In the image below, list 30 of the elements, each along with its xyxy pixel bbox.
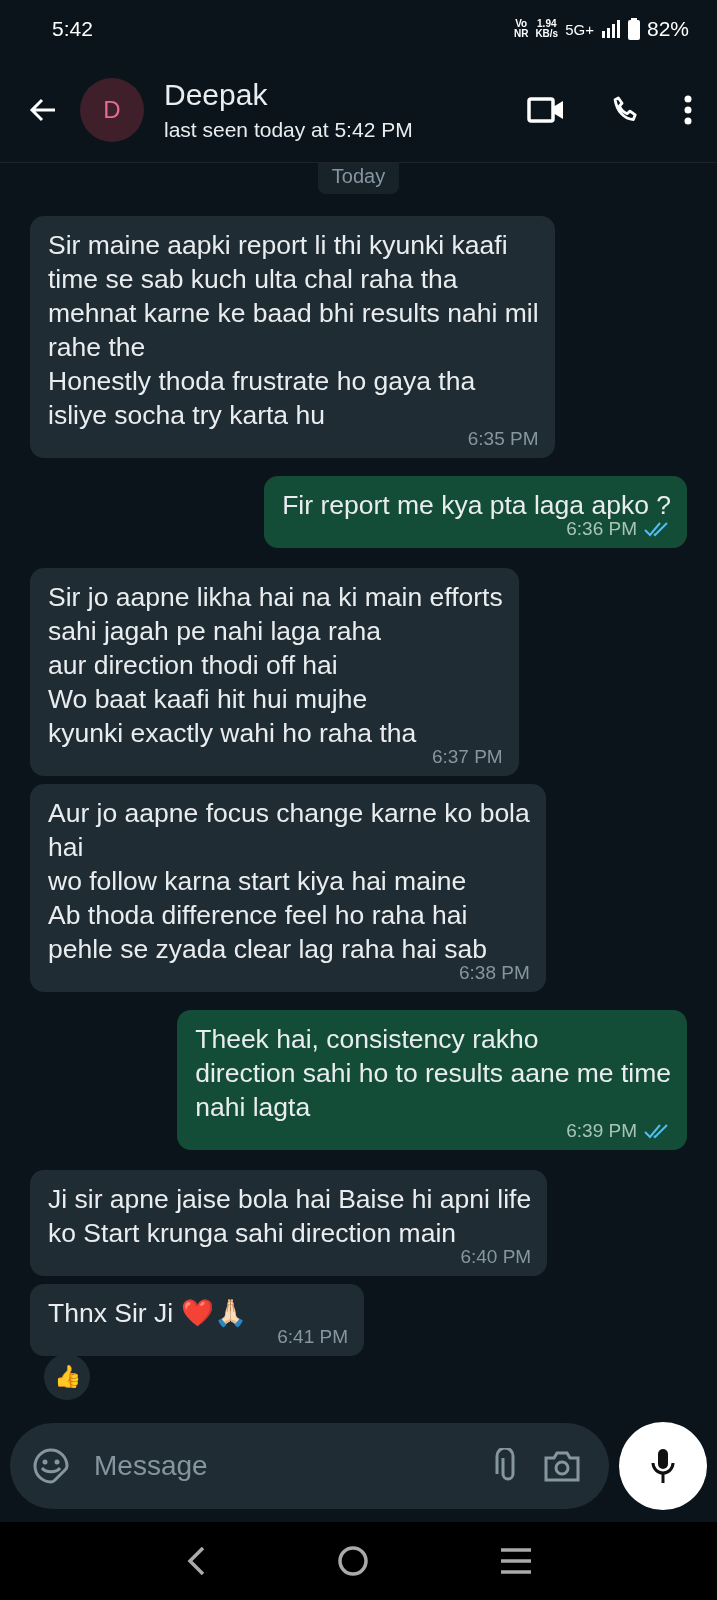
message-input[interactable]: Message — [92, 1449, 473, 1483]
camera-icon[interactable] — [543, 1449, 581, 1483]
signal-icon — [600, 19, 621, 39]
message-bubble[interactable]: Aur jo aapne focus change karne ko bola hai wo follow karna start kiya hai maine Ab thoda difference feel ho raha hai pehle se zyada clear lag raha hai sab 6:38 PM — [30, 784, 546, 992]
microphone-icon — [649, 1447, 677, 1485]
contact-name[interactable]: Deepak — [164, 78, 527, 112]
network-speed: 1.94 KB/s — [535, 19, 559, 39]
status-time: 5:42 — [52, 17, 93, 41]
message-bubble[interactable]: Thnx Sir Ji ❤🙏🏻 6:41 PM — [30, 1284, 364, 1356]
message-bubble[interactable]: Theek hai, consistency rakho direction sahi ho to results aane me time nahi lagta 6:39 PM — [177, 1010, 687, 1150]
battery-percent: 82% — [646, 17, 689, 41]
more-options-icon[interactable] — [683, 94, 693, 126]
message-time: 6:41 PM — [277, 1326, 348, 1348]
message-bubble[interactable]: Fir report me kya pta laga apko ? 6:36 PM — [264, 476, 687, 548]
message-bubble[interactable]: Sir jo aapne likha hai na ki main efforts sahi jagah pe nahi laga raha aur direction thodi off hai Wo baat kaafi hit hui mujhe kyunki exactly wahi ho raha tha 6:37 PM — [30, 568, 519, 776]
video-call-icon[interactable] — [527, 95, 565, 125]
date-chip: Today — [317, 163, 400, 194]
nav-home-icon[interactable] — [337, 1545, 370, 1577]
network-type: 5G+ — [565, 20, 594, 38]
volte-indicator: Vo NR — [513, 19, 529, 39]
nav-recents-icon[interactable] — [499, 1547, 532, 1575]
contact-avatar[interactable]: D — [80, 78, 144, 142]
message-bubble[interactable]: Ji sir apne jaise bola hai Baise hi apni life ko Start krunga sahi direction main 6:40 PM — [30, 1170, 548, 1276]
message-text: Thnx Sir Ji ❤🙏🏻 — [48, 1297, 248, 1330]
message-bubble[interactable]: Sir maine aapki report li thi kyunki kaafi time se sab kuch ulta chal raha tha mehnat karne ke baad bhi results nahi mil rahe the Honestly thoda frustrate ho gaya tha isliye socha try karta hu 6:35 PM — [30, 216, 555, 458]
sticker-icon[interactable] — [32, 1447, 70, 1485]
reaction-emoji[interactable]: 👍 — [44, 1354, 90, 1400]
battery-icon — [627, 18, 640, 40]
message-field[interactable]: Message — [10, 1423, 609, 1509]
last-seen-status: last seen today at 5:42 PM — [164, 118, 414, 142]
